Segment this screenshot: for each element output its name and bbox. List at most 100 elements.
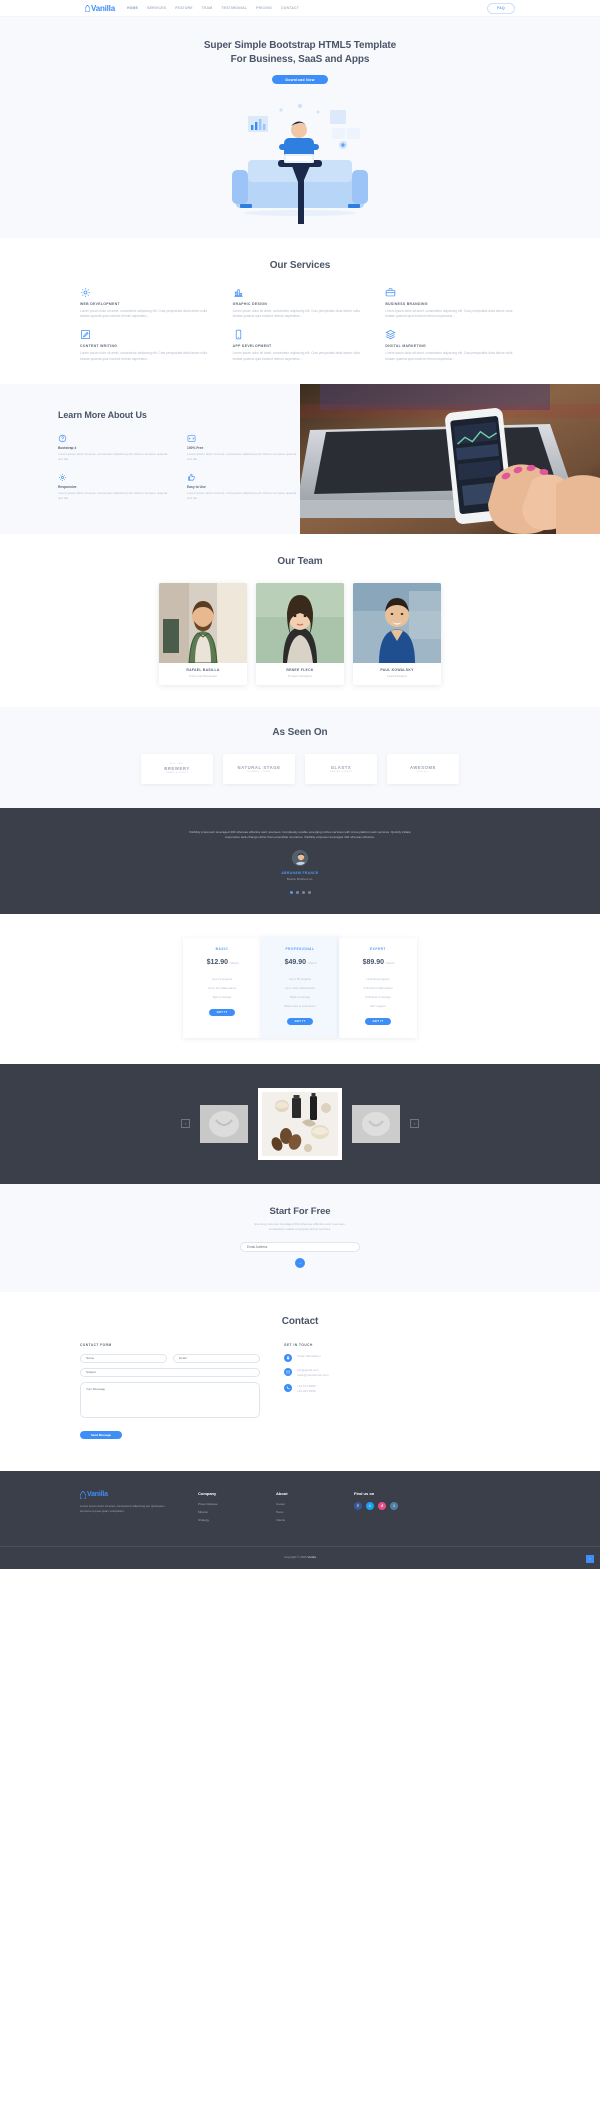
footer-brand-logo[interactable]: Vanilla: [80, 1490, 198, 1499]
subscribe-section: Start For Free Evening customer leverage…: [0, 1183, 600, 1292]
client-logo-name: BREWERY: [164, 766, 190, 772]
service-title: CONTENT WRITING: [80, 344, 118, 349]
team-member-name: PAUL KOWALSKY: [380, 667, 414, 672]
client-logo-name: GLASTX: [330, 764, 352, 770]
footer-brand-name: Vanilla: [87, 1490, 108, 1498]
brand-logo[interactable]: Vanilla: [85, 4, 115, 13]
carousel-dot-4[interactable]: [307, 891, 311, 895]
subscribe-submit-button[interactable]: →: [295, 1257, 305, 1268]
client-logo-sub: CRAFT & STOUT: [165, 772, 189, 775]
gallery-next-button[interactable]: ›: [410, 1119, 419, 1129]
clients-title: As Seen On: [272, 726, 328, 738]
team-card[interactable]: RENEE FLECK Product Designer: [256, 582, 344, 685]
email-field[interactable]: [173, 1353, 260, 1363]
gallery-section: ‹ ›: [0, 1063, 600, 1184]
team-card[interactable]: PAUL KOWALSKY Lead Designer: [353, 582, 441, 685]
nav-item-pricing[interactable]: PRICING: [256, 6, 272, 10]
plan-feature: 24/7 support: [369, 1004, 387, 1009]
footer-link[interactable]: Team: [276, 1510, 354, 1514]
mobile-phone-icon: [233, 329, 244, 340]
nav-item-contact[interactable]: CONTACT: [281, 6, 299, 10]
navbar: Vanilla HOME SERVICES FEATURE TEAM TESTI…: [0, 0, 600, 17]
footer-brand-column: Vanilla Lorem ipsum dolor sit amet, cons…: [80, 1490, 198, 1526]
about-feature-desc: Lorem ipsum dolor sit amet, consectetur …: [187, 451, 297, 461]
plan-feature: Unlimited projects: [366, 976, 390, 981]
footer-link[interactable]: Press Release: [198, 1502, 276, 1506]
plan-feature: Up to 50 projects: [289, 976, 311, 981]
nav-item-team[interactable]: TEAM: [202, 6, 213, 10]
dribbble-icon[interactable]: d: [378, 1501, 386, 1510]
copyright-text: Copyright © 2020: [284, 1554, 308, 1559]
carousel-dot-1[interactable]: [289, 891, 293, 895]
download-now-button[interactable]: Download Now: [272, 75, 328, 84]
team-member-role: Lead Designer: [386, 673, 408, 678]
footer-link[interactable]: Clients: [276, 1518, 354, 1522]
about-feature: Easy to Use Lorem ipsum dolor sit amet, …: [187, 473, 300, 501]
contact-info: GET IN TOUCH Vivian Mendelson info@gmail…: [284, 1343, 434, 1441]
plan-get-button[interactable]: GET IT: [209, 1008, 235, 1016]
plan-feature: 50gb of storage: [289, 995, 311, 1000]
contact-email-text: info@gmail.com hello@yourdomain.com: [297, 1368, 329, 1378]
client-logo-top: EST. 1987: [170, 763, 184, 766]
plan-price-value: $49.90: [284, 959, 307, 967]
scroll-to-top-button[interactable]: ↑: [586, 1554, 594, 1563]
plan-price-period: / Month: [229, 961, 239, 966]
about-feature-desc: Lorem ipsum dolor sit amet, consectetur …: [58, 451, 168, 461]
plan-feature: Up to 100 collaborators: [285, 986, 315, 990]
twitter-icon[interactable]: t: [366, 1501, 374, 1510]
plan-features: Up to 50 projects Up to 100 collaborator…: [267, 974, 333, 1011]
name-field[interactable]: [80, 1353, 167, 1363]
team-photo: [159, 582, 247, 663]
subscribe-title: Start For Free: [269, 1205, 331, 1217]
layers-icon: [385, 329, 396, 340]
send-message-button[interactable]: Send Message: [80, 1430, 122, 1439]
gallery-prev-button[interactable]: ‹: [181, 1119, 190, 1129]
subject-field[interactable]: [80, 1367, 260, 1377]
service-title: APP DEVELOPMENT: [232, 344, 272, 349]
about-photo: [300, 383, 600, 534]
footer-link[interactable]: Mission: [198, 1510, 276, 1514]
plan-get-button[interactable]: GET IT: [365, 1017, 391, 1025]
briefcase-icon: [385, 287, 396, 298]
contact-address: Vivian Mendelson: [284, 1353, 434, 1362]
page-root: Vanilla HOME SERVICES FEATURE TEAM TESTI…: [0, 0, 600, 1569]
nav-item-feature[interactable]: FEATURE: [175, 6, 193, 10]
service-title: GRAPHIC DESIGN: [232, 302, 268, 306]
service-desc: Lorem ipsum dolor sit amet, consectetur …: [385, 351, 513, 361]
service-card: CONTENT WRITING Lorem ipsum dolor sit am…: [80, 329, 215, 361]
plan-get-button[interactable]: GET IT: [287, 1017, 313, 1025]
footer-link[interactable]: Career: [276, 1502, 354, 1506]
nav-item-testimonial[interactable]: TESTIMONIAL: [221, 6, 247, 10]
nav-item-home[interactable]: HOME: [127, 6, 138, 10]
contact-address-text: Vivian Mendelson: [297, 1354, 321, 1359]
gallery-main-image[interactable]: [258, 1087, 342, 1160]
subscribe-email-input[interactable]: [240, 1241, 360, 1252]
about-feature: 100% Free Lorem ipsum dolor sit amet, co…: [187, 434, 300, 462]
facebook-icon[interactable]: f: [354, 1501, 362, 1510]
team-member-role: Front-end Developer: [188, 673, 218, 678]
gallery-thumb-left[interactable]: [200, 1104, 248, 1143]
instagram-icon[interactable]: i: [390, 1501, 398, 1510]
footer-link[interactable]: Strategy: [198, 1518, 276, 1522]
hero-title: Super Simple Bootstrap HTML5 Template Fo…: [0, 39, 600, 67]
about-feature: Responsive Lorem ipsum dolor sit amet, c…: [58, 473, 171, 501]
team-card[interactable]: RAFAEL BASILLA Front-end Developer: [159, 582, 247, 685]
carousel-dot-2[interactable]: [295, 891, 299, 895]
client-logo-name: NATURAL STAGE: [237, 764, 281, 770]
client-logo: AWESOME with you: [387, 753, 459, 784]
pricing-card-expert: EXPERT $89.90/ Month Unlimited projects …: [339, 938, 417, 1038]
gear-icon: [80, 287, 91, 298]
faq-button[interactable]: FAQ: [487, 2, 515, 14]
carousel-dot-3[interactable]: [301, 891, 305, 895]
footer-about-text: Lorem ipsum dolor sit amet, consectetur …: [80, 1503, 165, 1513]
nav-item-services[interactable]: SERVICES: [147, 6, 166, 10]
nav-links: HOME SERVICES FEATURE TEAM TESTIMONIAL P…: [127, 6, 299, 10]
gallery-thumb-right[interactable]: [352, 1104, 400, 1143]
about-feature-title: 100% Free: [187, 445, 204, 450]
question-circle-icon: [58, 434, 67, 443]
client-logo-sub: ORGANIC LIVING: [247, 770, 271, 773]
message-field[interactable]: [80, 1381, 260, 1418]
plan-features: Unlimited projects Unlimited collaborato…: [345, 974, 411, 1011]
plan-feature: Unlimited collaborators: [363, 986, 393, 990]
plan-feature: Unlimited of storage: [365, 995, 391, 1000]
